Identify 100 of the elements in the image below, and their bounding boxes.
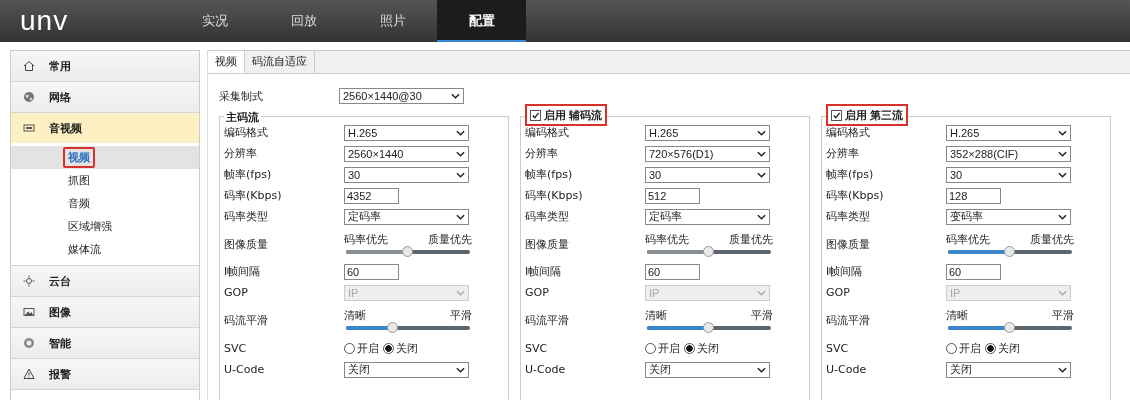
select-field[interactable]: H.265 xyxy=(645,124,770,141)
field-label: 图像质量 xyxy=(525,236,570,252)
chevron-icon xyxy=(456,171,465,178)
av-icon xyxy=(23,122,35,134)
field-label: SVC xyxy=(525,341,549,355)
field-label: GOP xyxy=(826,286,851,299)
select-field[interactable]: 30 xyxy=(645,166,770,183)
field-label: 码率(Kbps) xyxy=(224,188,283,203)
slider-max-label: 质量优先 xyxy=(1030,231,1074,247)
select-field[interactable]: 2560×1440 xyxy=(344,145,469,162)
field-label: I帧间隔 xyxy=(525,264,563,279)
radio-option[interactable]: 开启 xyxy=(344,340,379,356)
checkbox[interactable] xyxy=(530,109,541,121)
slider[interactable] xyxy=(346,325,470,330)
field-label: 码流平滑 xyxy=(525,312,570,328)
field-label: 分辨率 xyxy=(826,146,860,161)
chevron-icon xyxy=(757,129,766,136)
logo: unv xyxy=(19,4,70,38)
stream-title: 第三流 xyxy=(870,107,903,123)
chevron-icon xyxy=(456,213,465,220)
sidebar-item[interactable]: 智能 xyxy=(11,328,199,359)
select-field[interactable]: 30 xyxy=(946,166,1071,183)
slider-max-label: 平滑 xyxy=(751,307,773,323)
nav-tab[interactable]: 配置 xyxy=(437,0,526,42)
input-field[interactable]: 128 xyxy=(946,187,1001,204)
field-label: 分辨率 xyxy=(525,146,559,161)
sidebar-item[interactable]: 音视频 xyxy=(11,113,199,143)
radio-option[interactable]: 关闭 xyxy=(684,340,719,356)
field-label: U-Code xyxy=(224,363,266,376)
select-field[interactable]: 关闭 xyxy=(946,361,1071,378)
checkbox[interactable] xyxy=(831,109,842,121)
tab[interactable]: 视频 xyxy=(208,51,245,73)
radio-option[interactable]: 开启 xyxy=(946,340,981,356)
slider-thumb[interactable] xyxy=(1004,321,1015,333)
field-label: 码率类型 xyxy=(525,209,570,224)
field-label: 码率(Kbps) xyxy=(525,188,584,203)
chevron-icon xyxy=(757,213,766,220)
select-field[interactable]: 定码率 xyxy=(645,208,770,225)
select-field[interactable]: 关闭 xyxy=(645,361,770,378)
input-field[interactable]: 60 xyxy=(645,263,700,280)
nav-tab[interactable]: 回放 xyxy=(259,0,348,42)
slider-max-label: 质量优先 xyxy=(428,231,472,247)
select-field[interactable]: 30 xyxy=(344,166,469,183)
field-label: 码流平滑 xyxy=(826,312,871,328)
sidebar-item[interactable]: 网络 xyxy=(11,82,199,113)
chevron-icon xyxy=(757,171,766,178)
field-label: 码流平滑 xyxy=(224,312,269,328)
select-field[interactable]: 720×576(D1) xyxy=(645,145,770,162)
slider[interactable] xyxy=(948,325,1072,330)
sidebar-subitem[interactable]: 视频 xyxy=(63,147,95,168)
select-field[interactable]: H.265 xyxy=(946,124,1071,141)
chevron-icon xyxy=(456,366,465,373)
select-field[interactable]: 变码率 xyxy=(946,208,1071,225)
field-label: 图像质量 xyxy=(224,236,269,252)
tab[interactable]: 码流自适应 xyxy=(245,51,315,73)
field-label: 图像质量 xyxy=(826,236,871,252)
slider-max-label: 质量优先 xyxy=(729,231,773,247)
sidebar-item[interactable]: 图像 xyxy=(11,297,199,328)
radio-option[interactable]: 关闭 xyxy=(383,340,418,356)
select-field[interactable]: 2560×1440@30 xyxy=(339,88,464,104)
nav-tab[interactable]: 实况 xyxy=(170,0,259,42)
sidebar-subitem[interactable]: 抓图 xyxy=(63,170,95,191)
chevron-icon xyxy=(1058,213,1067,220)
chevron-icon xyxy=(757,366,766,373)
sidebar-item[interactable]: 报警 xyxy=(11,359,199,390)
select-field[interactable]: H.265 xyxy=(344,124,469,141)
field-label: 码率类型 xyxy=(826,209,871,224)
slider[interactable] xyxy=(647,325,771,330)
radio-option[interactable]: 开启 xyxy=(645,340,680,356)
stream-title: 主码流 xyxy=(224,110,261,122)
slider[interactable] xyxy=(948,249,1072,254)
slider-min-label: 码率优先 xyxy=(946,231,990,247)
slider-thumb[interactable] xyxy=(703,321,714,333)
sidebar-subitem[interactable]: 区域增强 xyxy=(63,216,117,237)
select-field[interactable]: 定码率 xyxy=(344,208,469,225)
chevron-icon xyxy=(1058,171,1067,178)
select-field[interactable]: 352×288(CIF) xyxy=(946,145,1071,162)
input-field[interactable]: 60 xyxy=(344,263,399,280)
field-label: U-Code xyxy=(826,363,868,376)
select-field[interactable]: 关闭 xyxy=(344,361,469,378)
sidebar-subitem[interactable]: 音频 xyxy=(63,193,95,214)
sidebar-item[interactable]: 云台 xyxy=(11,266,199,297)
radio-option[interactable]: 关闭 xyxy=(985,340,1020,356)
field-label: 编码格式 xyxy=(224,125,269,140)
chevron-icon xyxy=(1058,150,1067,157)
slider-max-label: 平滑 xyxy=(450,307,472,323)
slider-thumb[interactable] xyxy=(1004,245,1015,257)
sidebar-subitem[interactable]: 媒体流 xyxy=(63,239,106,260)
field-label: I帧间隔 xyxy=(826,264,864,279)
sidebar-item[interactable]: 常用 xyxy=(11,51,199,82)
field-label: GOP xyxy=(224,286,249,299)
slider-thumb[interactable] xyxy=(387,321,399,333)
chevron-icon xyxy=(1058,129,1067,136)
field-label: SVC xyxy=(826,341,850,355)
stream-title: 辅码流 xyxy=(569,107,602,123)
input-field[interactable]: 4352 xyxy=(344,187,399,204)
input-field[interactable]: 60 xyxy=(946,263,1001,280)
nav-tab[interactable]: 照片 xyxy=(348,0,437,42)
field-label: 帧率(fps) xyxy=(224,167,273,182)
input-field[interactable]: 512 xyxy=(645,187,700,204)
